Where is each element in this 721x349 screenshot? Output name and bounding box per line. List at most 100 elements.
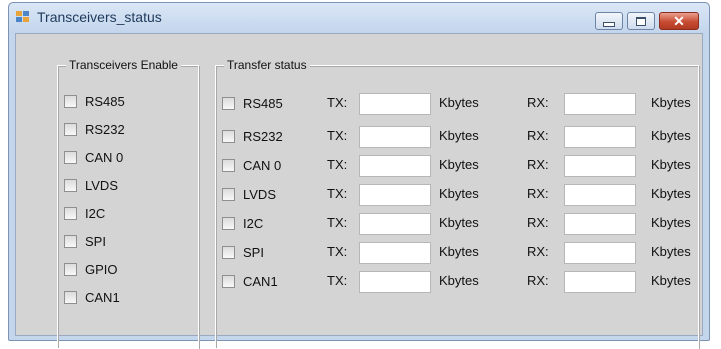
rx-unit: Kbytes xyxy=(651,128,691,143)
tx-label: TX: xyxy=(327,128,348,143)
rx-field-spi[interactable] xyxy=(564,242,636,264)
enable-checkbox-can0[interactable]: CAN 0 xyxy=(64,147,123,167)
rx-unit: Kbytes xyxy=(651,244,691,259)
checkbox-label: SPI xyxy=(243,244,264,260)
transfer-checkbox-rs232[interactable]: RS232 xyxy=(222,126,283,146)
rx-unit: Kbytes xyxy=(651,215,691,230)
checkbox-box[interactable] xyxy=(222,96,235,110)
enable-checkbox-lvds[interactable]: LVDS xyxy=(64,175,118,195)
checkbox-label: RS485 xyxy=(85,93,125,109)
transfer-status-title: Transfer status xyxy=(224,58,310,73)
checkbox-label: CAN1 xyxy=(243,273,278,289)
rx-field-lvds[interactable] xyxy=(564,184,636,206)
checkbox-box[interactable] xyxy=(64,290,77,304)
enable-checkbox-can1[interactable]: CAN1 xyxy=(64,287,120,307)
tx-field-i2c[interactable] xyxy=(359,213,431,235)
app-icon xyxy=(16,11,30,23)
title-bar[interactable]: Transceivers_status ✕ xyxy=(9,3,709,33)
checkbox-label: GPIO xyxy=(85,261,118,277)
rx-field-rs485[interactable] xyxy=(564,93,636,115)
rx-field-can0[interactable] xyxy=(564,155,636,177)
transceivers-enable-title: Transceivers Enable xyxy=(66,58,181,73)
checkbox-box[interactable] xyxy=(64,94,77,108)
rx-label: RX: xyxy=(527,244,549,259)
checkbox-label: SPI xyxy=(85,233,106,249)
checkbox-box[interactable] xyxy=(222,245,235,259)
checkbox-label: LVDS xyxy=(85,177,118,193)
rx-label: RX: xyxy=(527,215,549,230)
close-icon: ✕ xyxy=(673,13,685,29)
checkbox-box[interactable] xyxy=(222,129,235,143)
enable-checkbox-gpio[interactable]: GPIO xyxy=(64,259,118,279)
tx-field-can0[interactable] xyxy=(359,155,431,177)
rx-unit: Kbytes xyxy=(651,273,691,288)
rx-field-i2c[interactable] xyxy=(564,213,636,235)
checkbox-label: CAN 0 xyxy=(243,157,282,173)
transfer-checkbox-lvds[interactable]: LVDS xyxy=(222,184,276,204)
tx-label: TX: xyxy=(327,273,348,288)
rx-label: RX: xyxy=(527,128,549,143)
tx-label: TX: xyxy=(327,215,348,230)
tx-unit: Kbytes xyxy=(439,95,479,110)
client-area: Transceivers Enable Transfer status RS48… xyxy=(15,33,703,349)
checkbox-label: CAN 0 xyxy=(85,149,124,165)
checkbox-label: LVDS xyxy=(243,186,276,202)
transfer-checkbox-can1[interactable]: CAN1 xyxy=(222,271,278,291)
tx-unit: Kbytes xyxy=(439,128,479,143)
checkbox-box[interactable] xyxy=(64,150,77,164)
transfer-checkbox-i2c[interactable]: I2C xyxy=(222,213,263,233)
checkbox-box[interactable] xyxy=(64,178,77,192)
transfer-checkbox-can0[interactable]: CAN 0 xyxy=(222,155,281,175)
rx-unit: Kbytes xyxy=(651,95,691,110)
checkbox-label: I2C xyxy=(243,215,264,231)
checkbox-box[interactable] xyxy=(64,206,77,220)
close-button[interactable]: ✕ xyxy=(659,12,699,30)
checkbox-box[interactable] xyxy=(64,122,77,136)
rx-unit: Kbytes xyxy=(651,186,691,201)
enable-checkbox-rs485[interactable]: RS485 xyxy=(64,91,125,111)
checkbox-box[interactable] xyxy=(222,216,235,230)
checkbox-label: RS485 xyxy=(243,95,283,111)
app-window: Transceivers_status ✕ Transceivers Enabl… xyxy=(8,2,710,349)
checkbox-box[interactable] xyxy=(222,187,235,201)
rx-unit: Kbytes xyxy=(651,157,691,172)
tx-unit: Kbytes xyxy=(439,186,479,201)
checkbox-label: RS232 xyxy=(243,128,283,144)
tx-field-rs485[interactable] xyxy=(359,93,431,115)
minimize-icon xyxy=(603,21,615,27)
checkbox-box[interactable] xyxy=(222,274,235,288)
maximize-icon xyxy=(636,16,646,26)
tx-unit: Kbytes xyxy=(439,244,479,259)
rx-label: RX: xyxy=(527,157,549,172)
transfer-checkbox-rs485[interactable]: RS485 xyxy=(222,93,283,113)
rx-field-rs232[interactable] xyxy=(564,126,636,148)
minimize-button[interactable] xyxy=(595,12,623,30)
checkbox-box[interactable] xyxy=(64,234,77,248)
maximize-button[interactable] xyxy=(627,12,655,30)
checkbox-label: RS232 xyxy=(85,121,125,137)
tx-field-spi[interactable] xyxy=(359,242,431,264)
tx-unit: Kbytes xyxy=(439,215,479,230)
tx-label: TX: xyxy=(327,244,348,259)
tx-unit: Kbytes xyxy=(439,273,479,288)
tx-field-can1[interactable] xyxy=(359,271,431,293)
window-title: Transceivers_status xyxy=(37,9,162,25)
rx-field-can1[interactable] xyxy=(564,271,636,293)
checkbox-box[interactable] xyxy=(64,262,77,276)
rx-label: RX: xyxy=(527,186,549,201)
checkbox-box[interactable] xyxy=(222,158,235,172)
tx-label: TX: xyxy=(327,157,348,172)
enable-checkbox-i2c[interactable]: I2C xyxy=(64,203,105,223)
tx-label: TX: xyxy=(327,95,348,110)
enable-checkbox-spi[interactable]: SPI xyxy=(64,231,106,251)
rx-label: RX: xyxy=(527,273,549,288)
rx-label: RX: xyxy=(527,95,549,110)
transfer-checkbox-spi[interactable]: SPI xyxy=(222,242,264,262)
checkbox-label: CAN1 xyxy=(85,289,120,305)
checkbox-label: I2C xyxy=(85,205,106,221)
tx-field-rs232[interactable] xyxy=(359,126,431,148)
tx-label: TX: xyxy=(327,186,348,201)
tx-field-lvds[interactable] xyxy=(359,184,431,206)
enable-checkbox-rs232[interactable]: RS232 xyxy=(64,119,125,139)
tx-unit: Kbytes xyxy=(439,157,479,172)
